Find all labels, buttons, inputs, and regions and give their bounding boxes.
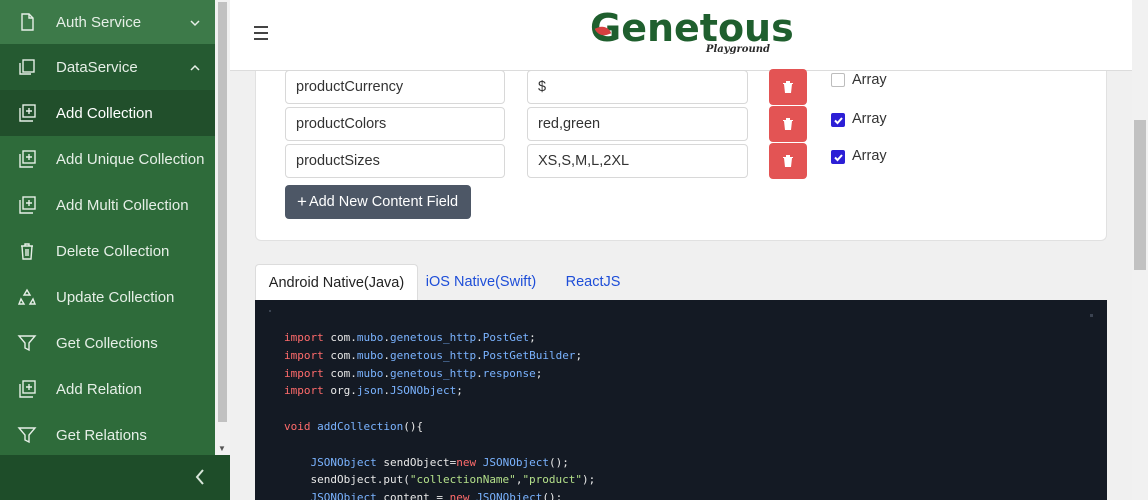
chevron-left-icon xyxy=(195,469,204,485)
array-checkbox[interactable] xyxy=(831,73,845,87)
sidebar-scrollbar-thumb[interactable] xyxy=(218,2,227,422)
add-box-icon xyxy=(16,148,38,170)
trash-icon xyxy=(783,81,793,93)
sidebar-item-label: Get Relations xyxy=(56,426,147,444)
menu-toggle-icon[interactable] xyxy=(254,26,268,40)
trash-icon xyxy=(16,240,38,262)
check-icon xyxy=(834,117,843,125)
field-name-input[interactable]: productSizes xyxy=(285,144,505,178)
sidebar-item-label: Add Collection xyxy=(56,104,153,122)
tab-android-native-java[interactable]: Android Native(Java) xyxy=(255,264,418,300)
code-line: import com.mubo.genetous_http.PostGetBui… xyxy=(284,348,583,362)
array-checkbox-label: Array xyxy=(852,111,887,127)
recycle-icon xyxy=(16,286,38,308)
sidebar-scrollbar[interactable]: ▼ xyxy=(215,0,230,455)
sidebar-item-label: Add Multi Collection xyxy=(56,196,189,214)
chevron-down-icon xyxy=(189,16,201,28)
sidebar-item-label: Auth Service xyxy=(56,13,142,31)
field-value-input[interactable]: red,green xyxy=(527,107,748,141)
sidebar: Auth Service DataService Add Collection … xyxy=(0,0,230,500)
document-icon xyxy=(16,11,38,33)
tab-reactjs[interactable]: ReactJS xyxy=(557,264,629,300)
code-line: sendObject.put("collectionName","product… xyxy=(284,473,596,487)
code-line: import com.mubo.genetous_http.response; xyxy=(284,366,543,380)
array-checkbox[interactable] xyxy=(831,150,845,164)
sidebar-item-add-collection[interactable]: Add Collection xyxy=(0,90,215,136)
logo[interactable]: Genetous Playground xyxy=(590,6,794,66)
sidebar-menu: Auth Service DataService Add Collection … xyxy=(0,0,215,455)
logo-subtitle: Playground xyxy=(705,44,770,55)
field-value-input[interactable]: XS,S,M,L,2XL xyxy=(527,144,748,178)
sidebar-item-dataservice[interactable]: DataService xyxy=(0,44,215,90)
trash-icon xyxy=(783,118,793,130)
collapse-sidebar-button[interactable] xyxy=(192,467,208,487)
content-field-row: productCurrency $ Array xyxy=(256,69,1108,105)
add-new-content-field-button[interactable]: + Add New Content Field xyxy=(285,185,471,219)
add-box-icon xyxy=(16,194,38,216)
code-lines: import com.mubo.genetous_http.PostGet;im… xyxy=(284,329,1107,500)
plus-icon: + xyxy=(297,192,307,211)
sidebar-footer xyxy=(0,455,230,500)
delete-field-button[interactable] xyxy=(769,69,807,105)
array-checkbox[interactable] xyxy=(831,113,845,127)
tab-ios-native-swift[interactable]: iOS Native(Swift) xyxy=(421,264,541,300)
sidebar-item-label: Add Unique Collection xyxy=(56,150,205,168)
code-line: void addCollection(){ xyxy=(284,419,424,433)
sidebar-item-add-multi-collection[interactable]: Add Multi Collection xyxy=(0,182,215,228)
page-scrollbar[interactable] xyxy=(1132,0,1148,500)
copy-icon xyxy=(16,56,38,78)
content-field-row: productSizes XS,S,M,L,2XL Array xyxy=(256,143,1108,179)
code-block[interactable]: import com.mubo.genetous_http.PostGet;im… xyxy=(255,300,1107,500)
add-new-content-field-label: Add New Content Field xyxy=(308,194,459,210)
chevron-up-icon xyxy=(189,61,201,73)
sidebar-item-delete-collection[interactable]: Delete Collection xyxy=(0,228,215,274)
sidebar-item-get-collections[interactable]: Get Collections xyxy=(0,320,215,366)
sidebar-item-label: DataService xyxy=(56,58,138,76)
add-box-icon xyxy=(16,102,38,124)
sidebar-item-get-relations[interactable]: Get Relations xyxy=(0,412,215,458)
code-corner-dot xyxy=(1090,314,1093,317)
sidebar-item-add-relation[interactable]: Add Relation xyxy=(0,366,215,412)
top-header: Genetous Playground xyxy=(230,0,1132,71)
filter-icon xyxy=(16,332,38,354)
check-icon xyxy=(834,154,843,162)
content-field-row: productColors red,green Array xyxy=(256,106,1108,142)
array-checkbox-label: Array xyxy=(852,148,887,164)
sidebar-item-label: Get Collections xyxy=(56,334,158,352)
sidebar-item-label: Update Collection xyxy=(56,288,175,306)
sidebar-item-add-unique-collection[interactable]: Add Unique Collection xyxy=(0,136,215,182)
code-line: import org.json.JSONObject; xyxy=(284,384,463,398)
code-line: JSONObject content = new JSONObject(); xyxy=(310,491,563,500)
page-scrollbar-thumb[interactable] xyxy=(1134,120,1146,270)
sidebar-item-label: Delete Collection xyxy=(56,242,170,260)
sidebar-item-auth-service[interactable]: Auth Service xyxy=(0,0,215,44)
field-name-input[interactable]: productColors xyxy=(285,107,505,141)
field-value-input[interactable]: $ xyxy=(527,70,748,104)
content-fields-card: productCurrency $ Array productColors re… xyxy=(255,69,1108,241)
sidebar-item-label: Add Relation xyxy=(56,380,142,398)
sidebar-item-update-collection[interactable]: Update Collection xyxy=(0,274,215,320)
array-checkbox-label: Array xyxy=(852,72,887,88)
trash-icon xyxy=(783,155,793,167)
scroll-down-arrow-icon[interactable]: ▼ xyxy=(218,444,226,453)
code-corner-dot xyxy=(269,310,271,312)
delete-field-button[interactable] xyxy=(769,143,807,179)
code-line: JSONObject sendObject=new JSONObject(); xyxy=(310,455,569,469)
filter-icon xyxy=(16,424,38,446)
code-tabs: Android Native(Java) iOS Native(Swift) R… xyxy=(255,264,1107,300)
field-name-input[interactable]: productCurrency xyxy=(285,70,505,104)
code-line: import com.mubo.genetous_http.PostGet; xyxy=(284,331,536,344)
delete-field-button[interactable] xyxy=(769,106,807,142)
add-box-icon xyxy=(16,378,38,400)
